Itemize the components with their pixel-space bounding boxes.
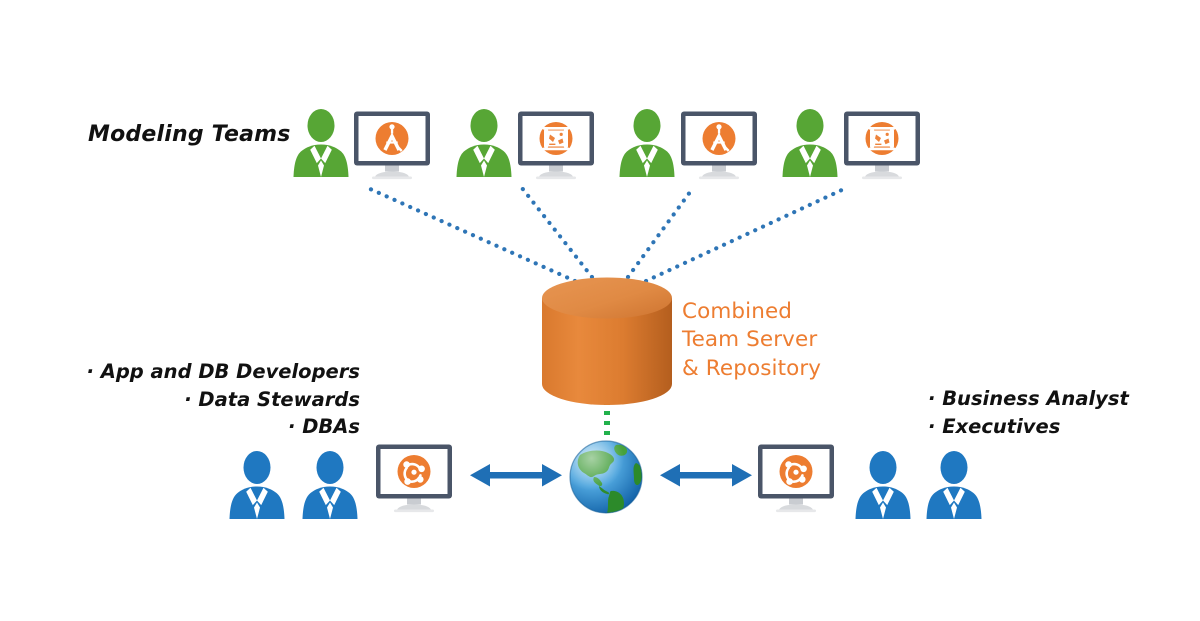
- combined-team-server-label: Combined Team Server & Repository: [682, 298, 912, 383]
- connector-team-2: [519, 185, 595, 280]
- modeling-team-monitor-1[interactable]: [352, 110, 432, 180]
- compass-divider-icon: [375, 122, 409, 155]
- consumer-person-left-2: [301, 448, 359, 520]
- modeling-team-person-2: [455, 106, 513, 178]
- compass-divider-icon: [702, 122, 736, 155]
- network-hub-icon: [397, 455, 431, 488]
- consumer-person-left-1: [228, 448, 286, 520]
- left-role-line-2: · Data Stewards: [184, 387, 360, 411]
- modeling-team-person-1: [292, 106, 350, 178]
- combined-team-server-cylinder: [537, 277, 677, 405]
- modeling-team-monitor-2[interactable]: [516, 110, 596, 180]
- modeling-teams-label: Modeling Teams: [88, 122, 291, 147]
- modeling-team-monitor-4[interactable]: [842, 110, 922, 180]
- blueprint-scroll-icon: [539, 122, 573, 155]
- connector-team-3: [625, 185, 696, 280]
- modeling-team-person-3: [618, 106, 676, 178]
- consumer-monitor-right[interactable]: [756, 443, 836, 513]
- connector-team-4: [643, 185, 849, 284]
- arrow-globe-to-right: [660, 464, 752, 487]
- consumer-person-right-2: [925, 448, 983, 520]
- blueprint-scroll-icon: [865, 122, 899, 155]
- network-hub-icon: [779, 455, 813, 488]
- right-role-line-1: · Business Analyst: [928, 387, 1129, 410]
- server-label-line-3: & Repository: [682, 355, 822, 381]
- globe-icon: [564, 433, 648, 517]
- connector-team-1: [365, 185, 578, 284]
- server-label-line-1: Combined: [682, 299, 793, 324]
- server-label-line-2: Team Server: [682, 327, 818, 353]
- modeling-team-monitor-3[interactable]: [679, 110, 759, 180]
- right-role-line-2: · Executives: [928, 414, 1061, 438]
- diagram-canvas: Combined Team Server & Repository Modeli…: [0, 0, 1200, 621]
- left-role-line-1: · App and DB Developers: [86, 360, 360, 383]
- consumer-person-right-1: [854, 448, 912, 520]
- consumer-monitor-left[interactable]: [374, 443, 454, 513]
- arrow-left-to-globe: [470, 464, 562, 487]
- right-roles-label: · Business Analyst · Executives: [928, 385, 1198, 440]
- left-role-line-3: · DBAs: [288, 415, 360, 439]
- modeling-team-person-4: [781, 106, 839, 178]
- left-roles-label: · App and DB Developers · Data Stewards …: [60, 358, 360, 441]
